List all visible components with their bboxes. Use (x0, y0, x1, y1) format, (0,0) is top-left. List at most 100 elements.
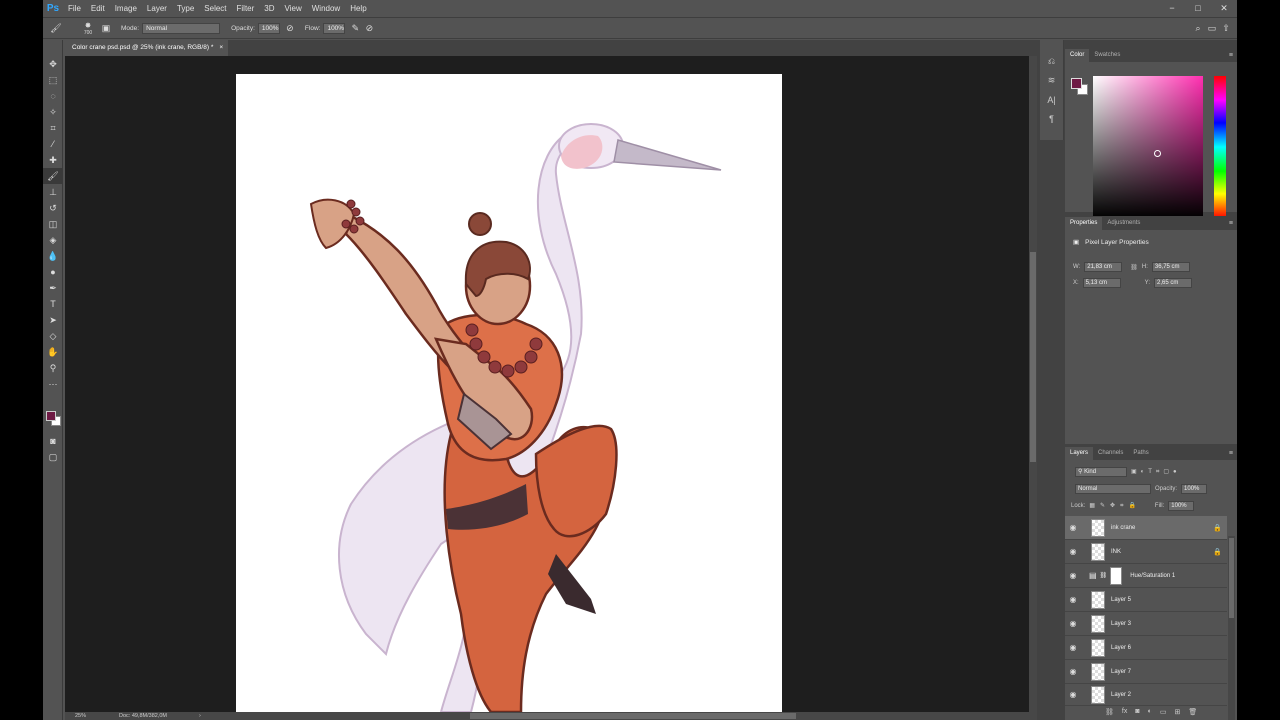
workspace-icon[interactable]: ▭ (1205, 21, 1219, 35)
pressure-size-icon[interactable]: ⊘ (362, 21, 376, 35)
zoom-tool-icon[interactable]: ⚲ (43, 360, 63, 376)
screen-mode-icon[interactable]: ▢ (43, 449, 63, 465)
healing-brush-tool-icon[interactable]: ✚ (43, 152, 63, 168)
foreground-color-swatch[interactable] (46, 411, 56, 421)
visibility-eye-icon[interactable]: ◉ (1065, 619, 1081, 628)
more-tools-icon[interactable]: ⋯ (43, 376, 63, 392)
menu-edit[interactable]: Edit (86, 4, 110, 13)
width-field[interactable]: 21,83 cm (1084, 262, 1123, 272)
pressure-opacity-icon[interactable]: ⊘ (283, 21, 297, 35)
layers-panel-menu-icon[interactable]: ≡ (1225, 447, 1237, 460)
layer-row-layer-7[interactable]: ◉ Layer 7 (1065, 660, 1227, 684)
brush-tool-preset-icon[interactable]: 🖌 (49, 21, 63, 35)
layer-opacity-field[interactable]: 100% (1181, 484, 1208, 494)
delete-layer-icon[interactable]: 🗑 (1188, 708, 1197, 716)
clone-stamp-tool-icon[interactable]: ⊥ (43, 184, 63, 200)
height-field[interactable]: 36,75 cm (1151, 262, 1190, 272)
y-field[interactable]: 2,65 cm (1154, 278, 1193, 288)
color-panel-foreground-swatch[interactable] (1071, 78, 1082, 89)
horizontal-scroll-thumb[interactable] (470, 713, 796, 719)
brush-settings-icon[interactable]: ≋ (1040, 71, 1063, 90)
history-panel-icon[interactable]: ⎌ (1040, 52, 1063, 71)
visibility-eye-icon[interactable]: ◉ (1065, 667, 1081, 676)
hand-tool-icon[interactable]: ✋ (43, 344, 63, 360)
lasso-tool-icon[interactable]: ◌ (43, 88, 63, 104)
tab-paths[interactable]: Paths (1128, 447, 1153, 460)
canvas-vertical-scrollbar[interactable] (1029, 56, 1037, 712)
lock-options-icons[interactable]: ▦✎✥⌗🔒 (1089, 502, 1141, 510)
crop-tool-icon[interactable]: ⌗ (43, 120, 63, 136)
link-dimensions-icon[interactable]: ⛓ (1130, 264, 1138, 271)
menu-help[interactable]: Help (345, 4, 371, 13)
airbrush-icon[interactable]: ✎ (348, 21, 362, 35)
visibility-eye-icon[interactable]: ◉ (1065, 571, 1081, 580)
magic-wand-tool-icon[interactable]: ✧ (43, 104, 63, 120)
layer-filter-kind[interactable]: ⚲ Kind (1075, 467, 1127, 477)
layer-row-hue-saturation[interactable]: ◉ ▤ ⛓ Hue/Saturation 1 (1065, 564, 1227, 588)
character-panel-icon[interactable]: A| (1040, 90, 1063, 109)
zoom-level[interactable]: 25% (75, 713, 119, 719)
menu-select[interactable]: Select (199, 4, 231, 13)
canvas-area[interactable] (65, 56, 1029, 712)
menu-image[interactable]: Image (110, 4, 142, 13)
tab-adjustments[interactable]: Adjustments (1102, 217, 1145, 230)
history-brush-tool-icon[interactable]: ↺ (43, 200, 63, 216)
x-field[interactable]: 5,13 cm (1082, 278, 1121, 288)
layer-mask-thumbnail[interactable] (1110, 566, 1123, 585)
fill-field[interactable]: 100% (1168, 501, 1195, 511)
menu-layer[interactable]: Layer (142, 4, 172, 13)
document-canvas[interactable] (236, 74, 782, 712)
eyedropper-tool-icon[interactable]: ⁄ (43, 136, 63, 152)
blend-mode-select[interactable]: Normal (1075, 484, 1151, 494)
eraser-tool-icon[interactable]: ◫ (43, 216, 63, 232)
visibility-eye-icon[interactable]: ◉ (1065, 547, 1081, 556)
type-tool-icon[interactable]: T (43, 296, 63, 312)
search-icon[interactable]: ⌕ (1191, 21, 1205, 35)
layers-scrollbar[interactable] (1228, 536, 1235, 720)
new-adjustment-icon[interactable]: ◐ (1148, 708, 1152, 716)
mask-link-icon[interactable]: ⛓ (1100, 572, 1108, 579)
tab-properties[interactable]: Properties (1065, 217, 1103, 230)
color-panel-menu-icon[interactable]: ≡ (1225, 49, 1237, 62)
tab-layers[interactable]: Layers (1065, 447, 1094, 460)
dodge-tool-icon[interactable]: ● (43, 264, 63, 280)
move-tool-icon[interactable]: ✥ (43, 56, 63, 72)
layer-row-layer-5[interactable]: ◉ Layer 5 (1065, 588, 1227, 612)
properties-panel-menu-icon[interactable]: ≡ (1225, 217, 1237, 230)
tab-swatches[interactable]: Swatches (1089, 49, 1125, 62)
vertical-scroll-thumb[interactable] (1030, 252, 1036, 462)
new-group-icon[interactable]: ▭ (1160, 708, 1167, 716)
layer-row-layer-3[interactable]: ◉ Layer 3 (1065, 612, 1227, 636)
menu-view[interactable]: View (280, 4, 307, 13)
paragraph-panel-icon[interactable]: ¶ (1040, 109, 1063, 128)
visibility-eye-icon[interactable]: ◉ (1065, 690, 1081, 699)
new-layer-icon[interactable]: ⊞ (1174, 708, 1180, 716)
menu-3d[interactable]: 3D (259, 4, 279, 13)
flow-field[interactable]: 100% (323, 22, 346, 34)
pen-tool-icon[interactable]: ✒ (43, 280, 63, 296)
layer-style-icon[interactable]: fx (1122, 708, 1127, 716)
tab-channels[interactable]: Channels (1093, 447, 1128, 460)
brush-panel-toggle-icon[interactable]: ▣ (99, 21, 113, 35)
layer-row-layer-6[interactable]: ◉ Layer 6 (1065, 636, 1227, 660)
minimize-button[interactable]: − (1159, 0, 1185, 17)
close-window-button[interactable]: ✕ (1211, 0, 1237, 17)
tab-color[interactable]: Color (1065, 49, 1090, 62)
layer-filter-icons[interactable]: ▣◐T⌗▢● (1131, 468, 1181, 476)
layer-row-ink[interactable]: ◉ INK 🔒 (1065, 540, 1227, 564)
marquee-tool-icon[interactable]: ⬚ (43, 72, 63, 88)
document-tab[interactable]: Color crane psd.psd @ 25% (ink crane, RG… (65, 40, 229, 56)
visibility-eye-icon[interactable]: ◉ (1065, 643, 1081, 652)
layer-row-ink-crane[interactable]: ◉ ink crane 🔒 (1065, 516, 1227, 540)
close-tab-icon[interactable]: × (219, 40, 223, 56)
menu-window[interactable]: Window (307, 4, 345, 13)
mode-select[interactable]: Normal (142, 22, 221, 34)
blur-tool-icon[interactable]: 💧 (43, 248, 63, 264)
maximize-button[interactable]: □ (1185, 0, 1211, 17)
path-selection-tool-icon[interactable]: ➤ (43, 312, 63, 328)
visibility-eye-icon[interactable]: ◉ (1065, 523, 1081, 532)
brush-size-preview[interactable]: ✸ 700 (77, 21, 99, 36)
menu-file[interactable]: File (63, 4, 86, 13)
share-icon[interactable]: ⇧ (1219, 21, 1233, 35)
layers-scroll-thumb[interactable] (1229, 538, 1234, 618)
